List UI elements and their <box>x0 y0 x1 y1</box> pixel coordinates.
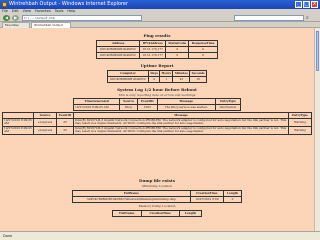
table-cell: 10/27/2010 8:09:05 AM <box>2 125 34 135</box>
table-header-row: Computer Days Hours Minutes Seconds <box>106 70 207 77</box>
memory-dump-table: FullName CreationTime Length <box>112 210 203 217</box>
table-cell: 18 <box>189 76 207 83</box>
table-cell: DPC4CB0B0DB1D4D65C <box>106 76 150 83</box>
search-icon[interactable]: ⌕ <box>306 15 312 21</box>
table-cell: Warning <box>288 125 312 135</box>
column-header: Hours <box>159 70 174 77</box>
table-cell: Intel(R) 82567LM-3 Gigabit Network Conne… <box>73 125 289 135</box>
table-cell: DPC4CB0B0DB1D4D65C <box>95 46 141 53</box>
vertical-scrollbar[interactable] <box>314 28 320 231</box>
table-cell: 33 <box>56 118 74 127</box>
column-header: CreationTime <box>140 210 180 217</box>
back-arrow-icon[interactable]: ◀ <box>3 15 10 21</box>
table-cell: Warning <box>288 118 312 127</box>
table-cell: 1 <box>159 76 174 83</box>
table-cell: 0 <box>188 52 218 59</box>
forward-arrow-icon[interactable]: ▶ <box>12 15 19 21</box>
table-cell: e1express <box>33 125 57 135</box>
table-row: 10/27/2010 8:09:05 AM Dhcp 1003 The Dhcp… <box>72 104 242 111</box>
syslog-section-title: System Log 1/2 hour Before Reboot <box>117 87 197 92</box>
minimize-button[interactable]: _ <box>295 1 302 8</box>
table-cell: 0 <box>165 52 190 59</box>
table-row: DPC4CB0B0DB1D4D65C 16.51.179.177 0 0 <box>95 52 218 59</box>
uptime-table: Computer Days Hours Minutes Seconds DPC4… <box>106 70 207 83</box>
column-header: IPV4Address <box>139 40 167 47</box>
table-cell: e1express <box>33 118 57 127</box>
ping-table: Address IPV4Address StatusCode ResponseT… <box>95 40 218 59</box>
window-controls: _ □ × <box>295 1 318 8</box>
column-header: EventID <box>56 112 74 119</box>
status-text: Done <box>3 234 13 238</box>
syslog-table: TimeGenerated Source EventID Message Ent… <box>72 98 242 111</box>
column-header: Minutes <box>172 70 191 77</box>
table-cell: 10/27/2010 8:09 <box>189 196 225 203</box>
table-cell: 0 <box>148 76 161 83</box>
table-row: 10/27/2010 8:09:05 AM e1express 33 Intel… <box>2 125 312 135</box>
table-header-row: Address IPV4Address StatusCode ResponseT… <box>95 40 218 47</box>
table-cell: 0 <box>223 196 242 203</box>
close-button[interactable]: × <box>311 1 318 8</box>
table-cell: 1003 <box>136 104 158 111</box>
status-bar: Done <box>0 231 320 240</box>
column-header: StatusCode <box>165 40 190 47</box>
memory-dump-label: Memory Dump Location <box>138 204 176 208</box>
maximize-button[interactable]: □ <box>303 1 310 8</box>
table-cell: 16.51.179.177 <box>139 52 167 59</box>
table-row: \\DPC4CB0B0DB1D4D65C\Windows\Minidump\mi… <box>72 196 242 203</box>
table-cell: 16.51.179.177 <box>139 46 167 53</box>
table-cell: \\DPC4CB0B0DB1D4D65C\Windows\Minidump\mi… <box>72 196 191 203</box>
search-input[interactable] <box>234 15 304 21</box>
table-cell: Information <box>214 104 242 111</box>
uptime-section-title: Uptime Report <box>140 63 174 68</box>
column-header: Seconds <box>189 70 207 77</box>
table-cell: Dhcp <box>119 104 138 111</box>
report-page: Ping results Address IPV4Address StatusC… <box>0 28 314 231</box>
column-header: FullName <box>112 210 142 217</box>
table-cell: 10/27/2010 8:09:05 AM <box>72 104 121 111</box>
address-bar[interactable]: C:\...\output.htm <box>22 15 142 21</box>
syslog-note: This is only reporting data on errors an… <box>118 93 196 97</box>
events-table: Source EventID Message EntryType 10/27/2… <box>2 112 312 135</box>
dump-section-title: Dump file exists <box>139 178 175 183</box>
table-cell: 33 <box>56 125 74 135</box>
scrollbar-thumb[interactable] <box>316 31 319 71</box>
ie-icon <box>2 2 7 7</box>
table-cell: DPC4CB0B0DB1D4D65C <box>95 52 141 59</box>
ping-section-title: Ping results <box>143 33 171 38</box>
window-title: Wintrehbah Output - Windows Internet Exp… <box>9 1 129 7</box>
table-header-row: FullName CreationTime Length <box>112 210 203 217</box>
minidump-table: FullName CreationTime Length \\DPC4CB0B0… <box>72 190 242 203</box>
window-titlebar[interactable]: Wintrehbah Output - Windows Internet Exp… <box>0 0 320 9</box>
minidump-label: Minidump Location <box>142 184 172 188</box>
column-header: ResponseTime <box>188 40 218 47</box>
table-row: DPC4CB0B0DB1D4D65C 0 1 23 18 <box>106 76 207 83</box>
column-header: Length <box>178 210 203 217</box>
navigation-bar: ◀ ▶ C:\...\output.htm ⌕ <box>0 14 320 22</box>
table-cell: 23 <box>172 76 191 83</box>
table-cell: The Dhcp service was started. <box>156 104 216 111</box>
